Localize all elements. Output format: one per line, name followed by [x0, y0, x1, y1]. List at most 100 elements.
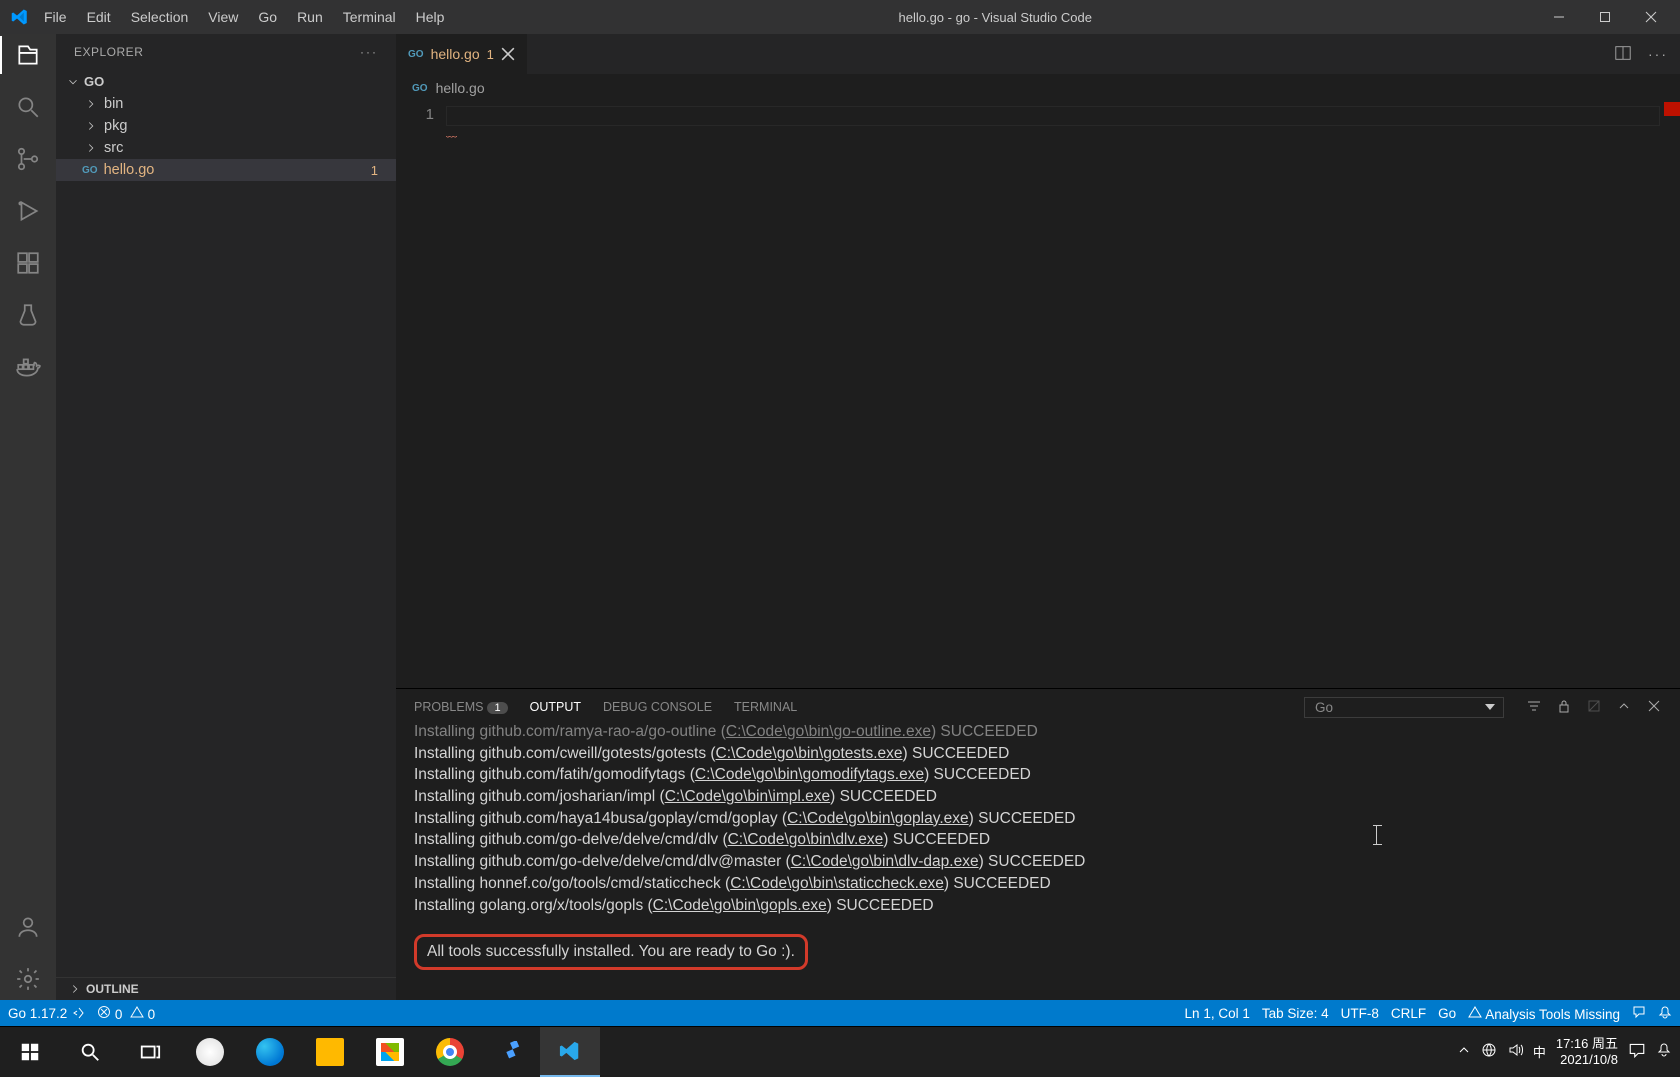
- title-bar: File Edit Selection View Go Run Terminal…: [0, 0, 1680, 34]
- output-filter-icon[interactable]: [1526, 698, 1542, 717]
- panel-tab-terminal[interactable]: TERMINAL: [734, 700, 797, 714]
- line-number-gutter: 1: [396, 102, 446, 688]
- workspace-root-label: GO: [84, 74, 104, 89]
- menu-edit[interactable]: Edit: [77, 3, 121, 31]
- taskbar-chrome[interactable]: [420, 1027, 480, 1077]
- tray-network-icon[interactable]: [1481, 1042, 1497, 1061]
- output-content[interactable]: Installing github.com/ramya-rao-a/go-out…: [396, 725, 1680, 1000]
- menu-go[interactable]: Go: [248, 3, 287, 31]
- taskbar-app-1[interactable]: [180, 1027, 240, 1077]
- start-button[interactable]: [0, 1027, 60, 1077]
- status-language-mode[interactable]: Go: [1438, 1006, 1456, 1021]
- output-success-highlight: All tools successfully installed. You ar…: [414, 934, 808, 970]
- folder-label: src: [104, 140, 123, 156]
- taskbar-app-2[interactable]: [480, 1027, 540, 1077]
- vscode-logo-icon: [6, 8, 34, 26]
- status-eol[interactable]: CRLF: [1391, 1006, 1426, 1021]
- output-channel-select[interactable]: Go: [1304, 697, 1504, 718]
- system-tray: 中 17:16 周五 2021/10/8: [1457, 1036, 1680, 1067]
- menu-help[interactable]: Help: [406, 3, 455, 31]
- status-go-version[interactable]: Go 1.17.2: [8, 1006, 85, 1021]
- panel-close-icon[interactable]: [1646, 698, 1662, 717]
- status-indentation[interactable]: Tab Size: 4: [1262, 1006, 1329, 1021]
- taskbar-file-explorer[interactable]: [300, 1027, 360, 1077]
- file-hello-go[interactable]: hello.go 1: [56, 159, 396, 181]
- taskbar-vscode[interactable]: [540, 1027, 600, 1077]
- error-marker-icon: [1664, 102, 1680, 116]
- activity-search-icon[interactable]: [0, 94, 56, 120]
- window-close-button[interactable]: [1628, 0, 1674, 34]
- go-file-icon: [408, 49, 424, 60]
- menu-selection[interactable]: Selection: [121, 3, 199, 31]
- window-maximize-button[interactable]: [1582, 0, 1628, 34]
- tray-clock[interactable]: 17:16 周五 2021/10/8: [1556, 1036, 1618, 1067]
- status-analysis-tools[interactable]: Analysis Tools Missing: [1468, 1005, 1620, 1022]
- menu-file[interactable]: File: [34, 3, 77, 31]
- activity-bar: [0, 34, 56, 1000]
- task-view-icon[interactable]: [120, 1027, 180, 1077]
- window-title: hello.go - go - Visual Studio Code: [454, 10, 1536, 25]
- code-editor[interactable]: 1 ﹏: [396, 102, 1680, 688]
- panel-chevron-up-icon[interactable]: [1616, 698, 1632, 717]
- status-encoding[interactable]: UTF-8: [1341, 1006, 1379, 1021]
- error-squiggle-icon: ﹏: [446, 124, 1660, 140]
- activity-settings-gear-icon[interactable]: [0, 966, 56, 992]
- activity-extensions-icon[interactable]: [0, 250, 56, 276]
- tab-label: hello.go: [431, 46, 480, 62]
- outline-section[interactable]: OUTLINE: [56, 977, 396, 1000]
- editor-tabs: hello.go 1 ···: [396, 34, 1680, 74]
- taskbar-search-icon[interactable]: [60, 1027, 120, 1077]
- tray-date: 2021/10/8: [1556, 1052, 1618, 1068]
- status-bar: Go 1.17.2 0 0 Ln 1, Col 1 Tab Size: 4 UT…: [0, 1000, 1680, 1026]
- activity-accounts-icon[interactable]: [0, 914, 56, 940]
- line-number: 1: [396, 106, 434, 123]
- panel-tab-output[interactable]: OUTPUT: [530, 700, 581, 714]
- tray-chevron-up-icon[interactable]: [1457, 1043, 1471, 1060]
- tab-close-icon[interactable]: [501, 47, 515, 61]
- activity-docker-icon[interactable]: [0, 354, 56, 380]
- status-notifications-icon[interactable]: [1658, 1005, 1672, 1022]
- text-cursor-icon: [1376, 825, 1377, 845]
- folder-src[interactable]: src: [56, 137, 396, 159]
- folder-label: bin: [104, 96, 123, 112]
- status-cursor-position[interactable]: Ln 1, Col 1: [1185, 1006, 1250, 1021]
- split-editor-icon[interactable]: [1614, 44, 1632, 65]
- folder-pkg[interactable]: pkg: [56, 115, 396, 137]
- menu-view[interactable]: View: [198, 3, 248, 31]
- outline-label: OUTLINE: [86, 982, 139, 996]
- explorer-title: EXPLORER: [74, 45, 143, 59]
- output-clear-icon[interactable]: [1586, 698, 1602, 717]
- taskbar-edge[interactable]: [240, 1027, 300, 1077]
- output-lock-icon[interactable]: [1556, 698, 1572, 717]
- activity-run-debug-icon[interactable]: [0, 198, 56, 224]
- panel-tab-debug-console[interactable]: DEBUG CONSOLE: [603, 700, 712, 714]
- chevron-down-icon: [1485, 704, 1495, 710]
- menu-run[interactable]: Run: [287, 3, 333, 31]
- windows-taskbar: 中 17:16 周五 2021/10/8: [0, 1026, 1680, 1076]
- tray-action-center-icon[interactable]: [1628, 1041, 1646, 1062]
- explorer-more-icon[interactable]: ···: [360, 45, 378, 59]
- taskbar-microsoft-store[interactable]: [360, 1027, 420, 1077]
- go-file-icon: [412, 83, 428, 94]
- tray-ime[interactable]: 中: [1533, 1042, 1546, 1061]
- breadcrumb[interactable]: hello.go: [396, 74, 1680, 102]
- tray-volume-icon[interactable]: [1507, 1042, 1523, 1061]
- status-feedback-icon[interactable]: [1632, 1005, 1646, 1022]
- tray-notifications-icon[interactable]: [1656, 1042, 1672, 1061]
- panel-tab-problems[interactable]: PROBLEMS1: [414, 700, 508, 714]
- explorer-sidebar: EXPLORER ··· GO bin pkg src hello.go 1 O…: [56, 34, 396, 1000]
- tray-time: 17:16 周五: [1556, 1036, 1618, 1052]
- file-label: hello.go: [104, 162, 155, 178]
- status-problems[interactable]: 0 0: [97, 1005, 155, 1022]
- activity-source-control-icon[interactable]: [0, 146, 56, 172]
- menu-terminal[interactable]: Terminal: [333, 3, 406, 31]
- editor-more-icon[interactable]: ···: [1648, 46, 1668, 62]
- tab-hello-go[interactable]: hello.go 1: [396, 34, 528, 74]
- go-file-icon: [82, 165, 98, 176]
- overview-ruler[interactable]: [1660, 102, 1680, 688]
- workspace-root[interactable]: GO: [56, 70, 396, 93]
- folder-bin[interactable]: bin: [56, 93, 396, 115]
- activity-testing-icon[interactable]: [0, 302, 56, 328]
- window-minimize-button[interactable]: [1536, 0, 1582, 34]
- activity-explorer-icon[interactable]: [0, 42, 56, 68]
